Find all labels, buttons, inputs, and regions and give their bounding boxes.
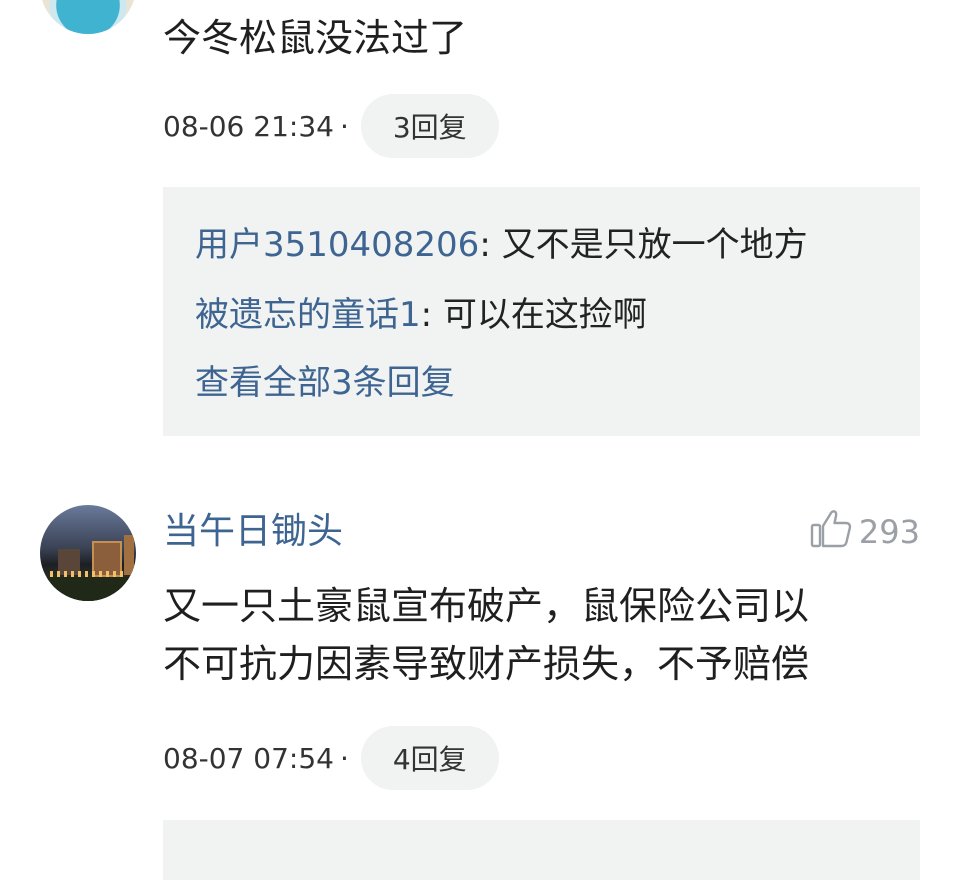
view-all-replies-link[interactable]: 查看全部3条回复 (195, 361, 455, 405)
comment-meta: 08-07 07:54 · 4回复 (163, 726, 499, 790)
reply-item[interactable]: 用户3510408206: 又不是只放一个地方 (195, 223, 808, 267)
reply-count-button[interactable]: 4回复 (360, 726, 499, 790)
like-count: 293 (858, 513, 920, 551)
avatar[interactable] (40, 505, 136, 601)
avatar[interactable] (40, 0, 136, 34)
reply-content: 又不是只放一个地方 (490, 225, 808, 265)
like-button[interactable]: 293 (809, 508, 920, 556)
comment-text: 今冬松鼠没法过了 (163, 16, 468, 60)
comment-text-line: 不可抗力因素导致财产损失，不予赔偿 (163, 642, 810, 686)
reply-username[interactable]: 用户3510408206 (195, 225, 479, 265)
reply-separator: : (479, 225, 491, 265)
replies-box: 用户3510408206: 又不是只放一个地方 被遗忘的童话1: 可以在这捡啊 … (163, 187, 920, 436)
reply-item[interactable]: 被遗忘的童话1: 可以在这捡啊 (195, 293, 647, 337)
reply-count-button[interactable]: 3回复 (360, 94, 499, 158)
reply-content: 可以在这捡啊 (432, 295, 647, 335)
meta-separator: · (339, 109, 349, 143)
comment-text: 又一只土豪鼠宣布破产，鼠保险公司以 不可抗力因素导致财产损失，不予赔偿 (163, 577, 903, 693)
comment-time: 08-07 07:54 (163, 741, 334, 775)
comment-text-line: 又一只土豪鼠宣布破产，鼠保险公司以 (163, 584, 810, 628)
meta-separator: · (339, 741, 349, 775)
comment-username[interactable]: 当午日锄头 (163, 508, 343, 556)
replies-box (163, 820, 920, 880)
comment-time: 08-06 21:34 (163, 109, 334, 143)
reply-separator: : (420, 295, 433, 335)
thumbs-up-icon (809, 506, 853, 558)
comment-meta: 08-06 21:34 · 3回复 (163, 94, 499, 158)
reply-username[interactable]: 被遗忘的童话1 (195, 295, 421, 335)
